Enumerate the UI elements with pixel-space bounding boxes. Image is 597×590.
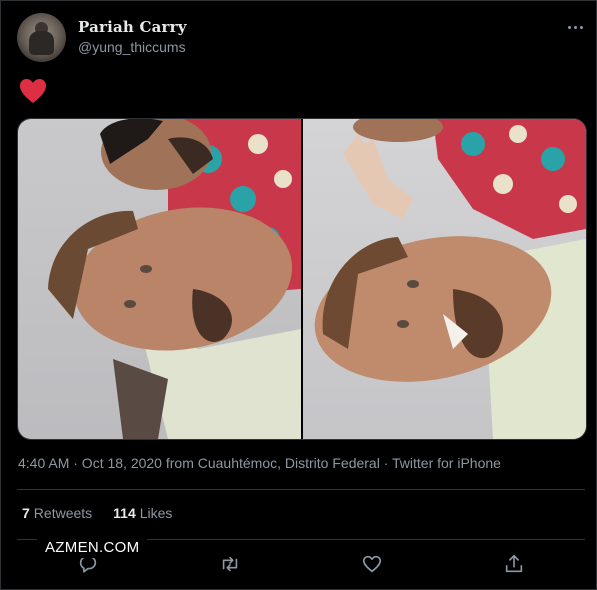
likes-label: Likes: [139, 505, 173, 521]
photo-two-men-peace-sign[interactable]: [303, 119, 586, 439]
share-icon[interactable]: [503, 553, 525, 575]
avatar[interactable]: [17, 13, 66, 62]
retweets-count: 7: [22, 505, 30, 521]
retweets-stat[interactable]: 7 Retweets: [22, 505, 92, 521]
engagement-stats: 7 Retweets 114 Likes: [22, 505, 172, 521]
media-grid[interactable]: [17, 118, 587, 440]
tweet-card: Pariah Carry @yung_thiccums 4:40 AM · Oc…: [0, 0, 597, 590]
retweets-label: Retweets: [33, 505, 93, 521]
user-handle[interactable]: @yung_thiccums: [78, 39, 186, 55]
photo-two-men-selfie[interactable]: [18, 119, 301, 439]
display-name[interactable]: Pariah Carry: [78, 18, 187, 36]
more-options-icon[interactable]: [562, 17, 588, 37]
likes-count: 114: [113, 505, 136, 521]
retweet-icon[interactable]: [219, 553, 241, 575]
tweet-timestamp[interactable]: 4:40 AM · Oct 18, 2020 from Cuauhtémoc, …: [18, 455, 501, 471]
likes-stat[interactable]: 114 Likes: [113, 505, 172, 521]
watermark: AZMEN.COM: [37, 537, 148, 558]
like-icon[interactable]: [361, 553, 383, 575]
divider: [17, 489, 585, 490]
avatar-figure-body: [29, 31, 54, 55]
red-heart-emoji: [20, 79, 46, 103]
